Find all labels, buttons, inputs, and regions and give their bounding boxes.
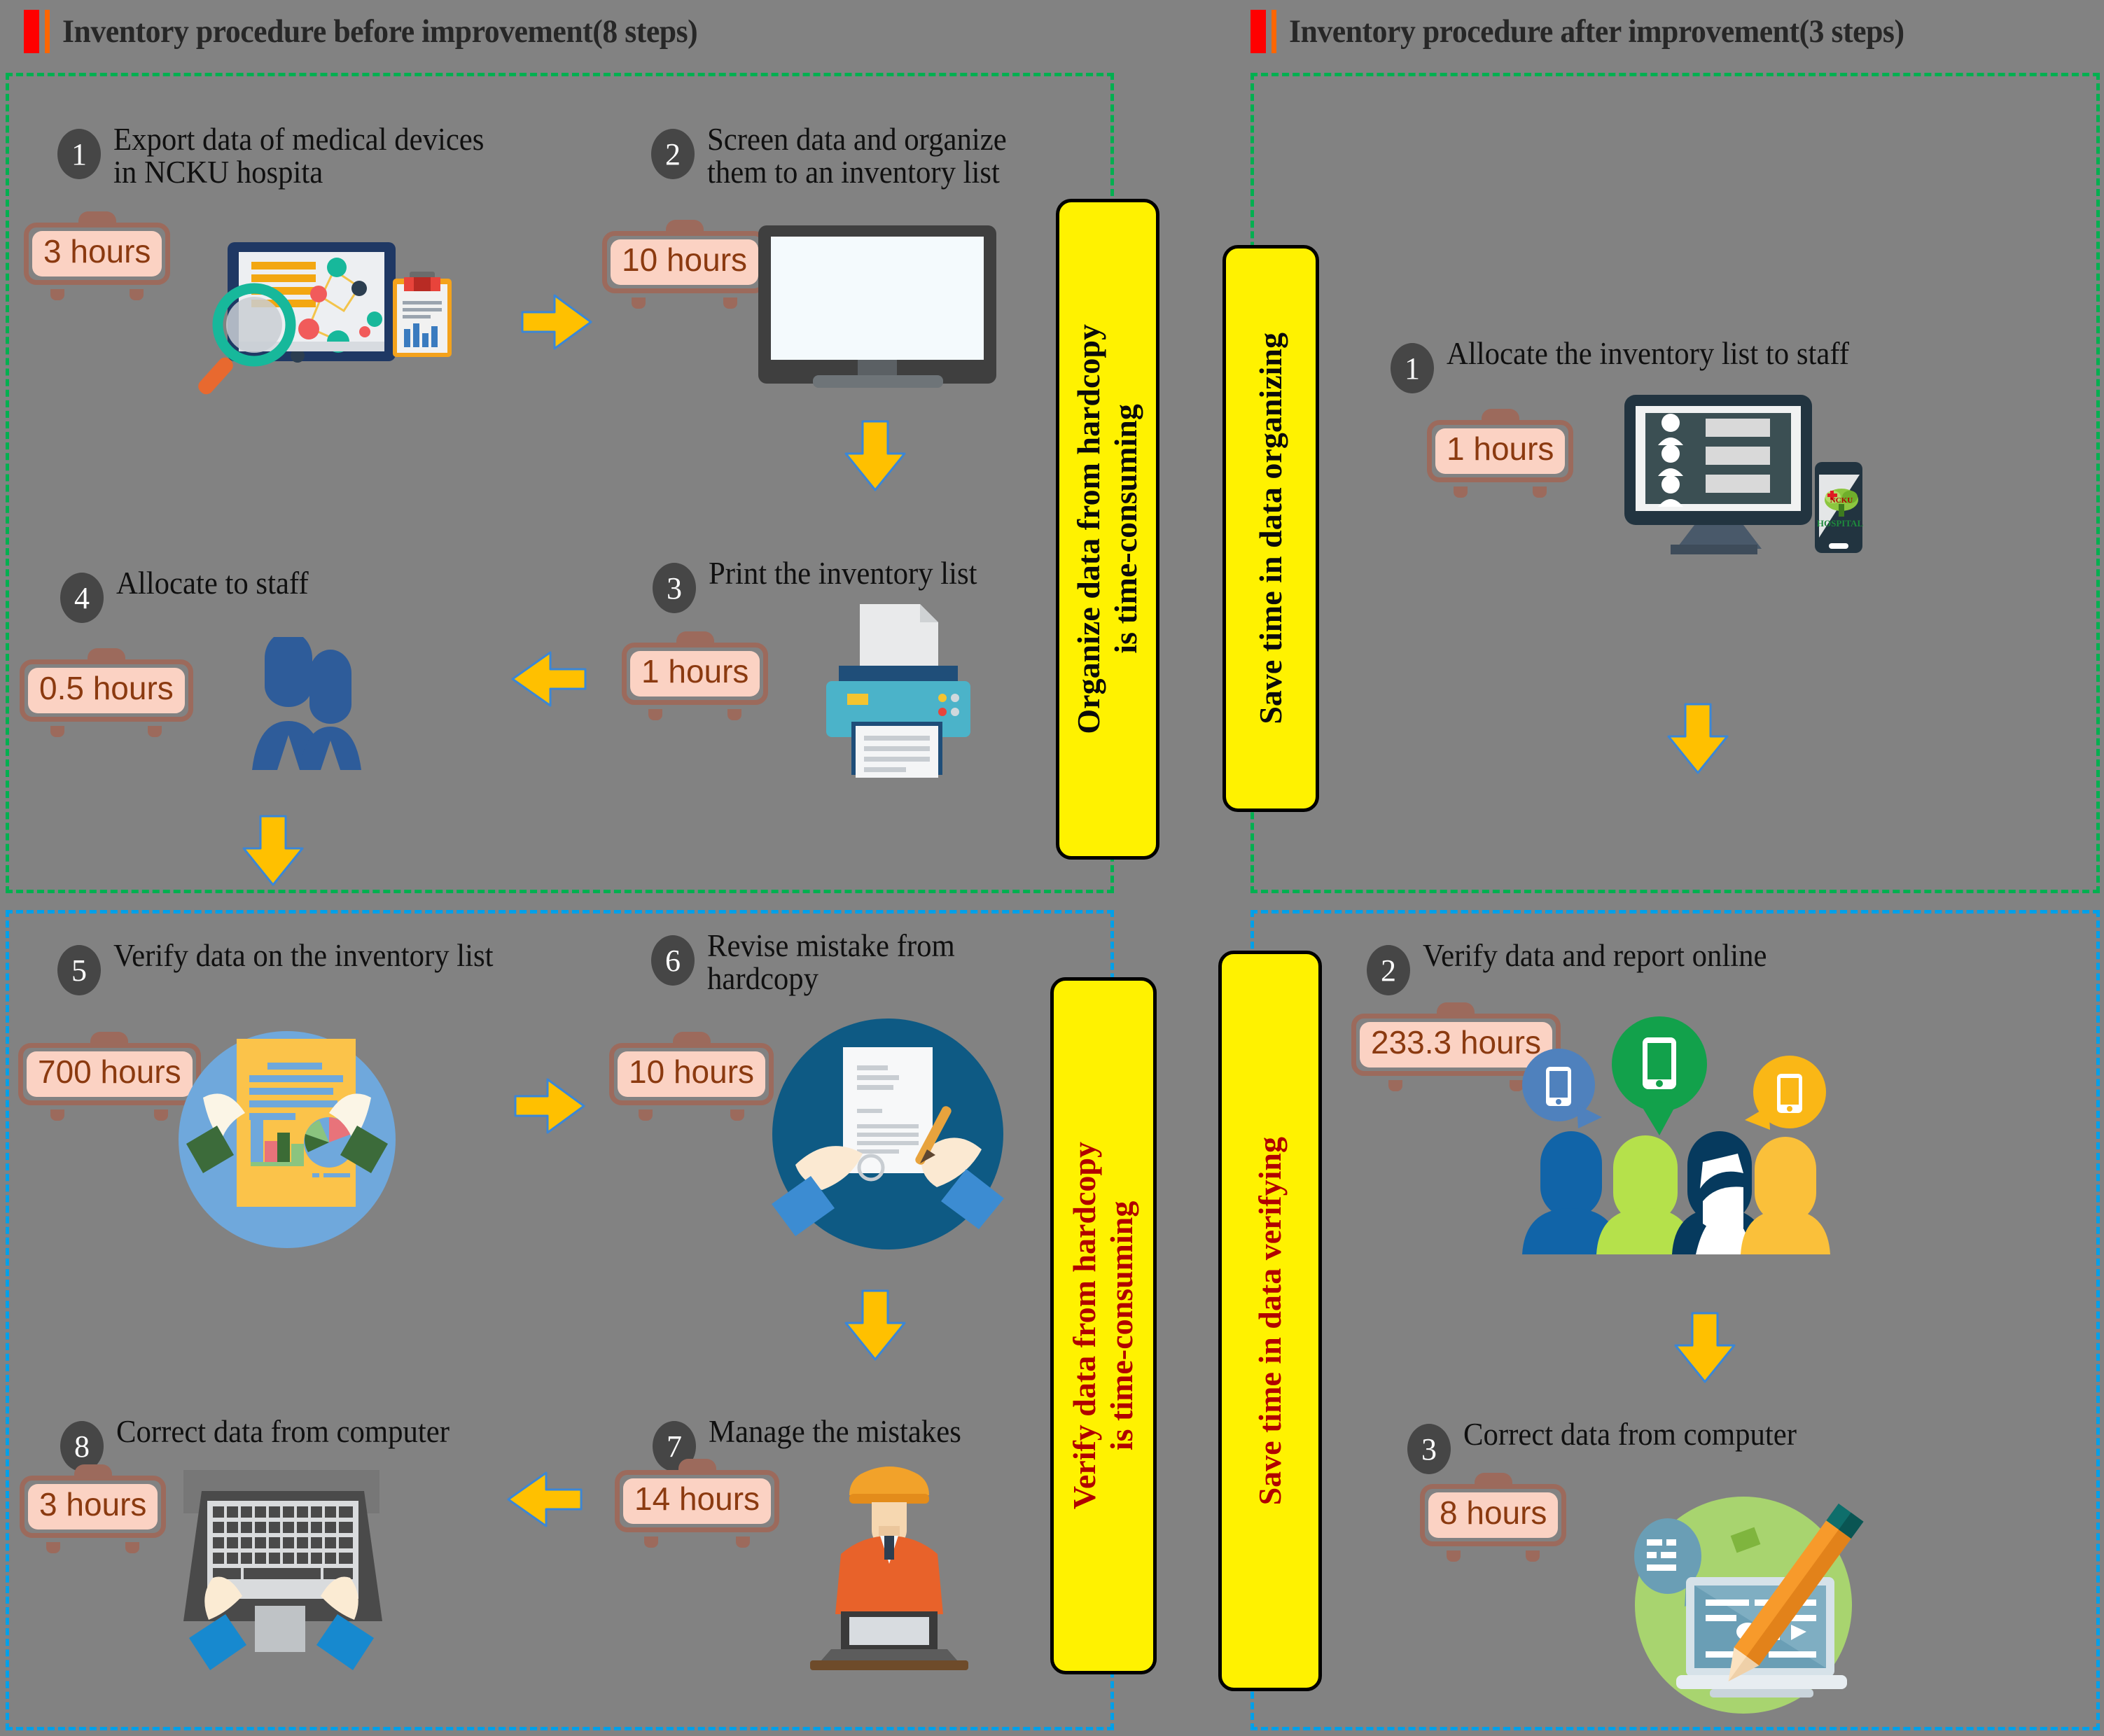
banner-text: Verify data from hardcopy is time-consum… — [1066, 1142, 1139, 1510]
step-header-before-2: 2 Screen data and organize them to an in… — [651, 122, 1022, 190]
hours-badge-before-8: 3 hours — [20, 1464, 167, 1553]
hours-value: 8 hours — [1428, 1492, 1559, 1538]
banner-verify-time-consuming: Verify data from hardcopy is time-consum… — [1050, 977, 1157, 1674]
title-after: Inventory procedure after improvement(3 … — [1250, 7, 1951, 56]
banner-save-time-organizing: Save time in data organizing — [1222, 245, 1319, 812]
hours-badge-after-3: 8 hours — [1420, 1473, 1567, 1562]
title-marker-bars-left — [24, 10, 50, 53]
hours-frame: 8 hours — [1420, 1484, 1567, 1562]
step-title: Verify data and report online — [1423, 938, 1767, 973]
step-title: Export data of medical devices in NCKU h… — [113, 122, 485, 190]
hours-badge-after-1: 1 hours — [1427, 409, 1574, 498]
hours-value: 14 hours — [623, 1478, 772, 1524]
banner-text: Organize data from hardcopy is time-cons… — [1071, 324, 1143, 734]
step-title: Verify data on the inventory list — [113, 938, 494, 973]
step-title: Correct data from computer — [116, 1414, 450, 1449]
hours-badge-before-7: 14 hours — [615, 1459, 780, 1548]
hours-frame: 3 hours — [20, 1476, 167, 1553]
hours-frame: 3 hours — [24, 223, 171, 300]
red-bar-icon — [1250, 10, 1266, 53]
hours-frame: 10 hours — [609, 1043, 774, 1121]
step-number-badge: 1 — [1391, 343, 1434, 393]
banner-save-time-verifying: Save time in data verifying — [1218, 951, 1322, 1691]
banner-text: Save time in data organizing — [1252, 332, 1288, 724]
hours-frame: 14 hours — [615, 1470, 780, 1548]
step-header-before-6: 6 Revise mistake from hardcopy — [651, 928, 968, 997]
step-number-badge: 2 — [651, 129, 695, 179]
monitor-icon — [753, 223, 1019, 394]
step-title: Correct data from computer — [1463, 1417, 1797, 1452]
step-number-badge: 2 — [1367, 945, 1410, 995]
svg-text:HOSPITAL: HOSPITAL — [1817, 518, 1864, 528]
laptop-pencil-icon — [1603, 1452, 1883, 1736]
title-before: Inventory procedure before improvement(8… — [24, 7, 746, 56]
step-number-badge: 3 — [1407, 1424, 1451, 1474]
orange-bar-icon — [45, 10, 50, 53]
arrow-down-step4-to-5 — [238, 812, 308, 889]
title-before-text: Inventory procedure before improvement(8… — [62, 13, 698, 50]
step-title: Revise mistake from hardcopy — [707, 928, 955, 997]
hours-badge-before-3: 1 hours — [622, 631, 769, 720]
red-bar-icon — [24, 10, 39, 53]
step-header-after-2: 2 Verify data and report online — [1367, 939, 1785, 995]
data-export-icon — [172, 237, 466, 401]
document-revise-icon — [755, 1001, 1021, 1270]
step-number-badge: 6 — [651, 935, 695, 986]
arrow-left-step7-to-8 — [501, 1464, 585, 1534]
hours-value: 0.5 hours — [28, 668, 185, 713]
hours-value: 1 hours — [630, 651, 760, 696]
monitor-phone-icon: NCKU HOSPITAL — [1617, 385, 1897, 598]
arrow-down-step6-to-7 — [840, 1287, 910, 1364]
printer-icon — [805, 598, 987, 784]
hours-frame: 1 hours — [1427, 420, 1574, 498]
report-review-icon — [161, 1014, 413, 1269]
title-marker-bars-right — [1250, 10, 1276, 53]
arrow-right-step5-to-6 — [511, 1071, 588, 1141]
step-number-badge: 5 — [57, 945, 101, 995]
step-number-badge: 4 — [60, 573, 104, 623]
step-header-before-4: 4 Allocate to staff — [60, 566, 319, 623]
hours-frame: 10 hours — [602, 231, 767, 309]
hours-badge-before-6: 10 hours — [609, 1032, 774, 1121]
hours-badge-before-4: 0.5 hours — [20, 648, 193, 737]
svg-text:NCKU: NCKU — [1830, 496, 1853, 505]
step-title: Manage the mistakes — [709, 1414, 961, 1449]
hours-frame: 0.5 hours — [20, 659, 193, 737]
hours-frame: 1 hours — [622, 643, 769, 720]
title-after-text: Inventory procedure after improvement(3 … — [1289, 13, 1904, 50]
banner-text: Save time in data verifying — [1251, 1136, 1288, 1506]
banner-organize-time-consuming: Organize data from hardcopy is time-cons… — [1056, 199, 1159, 860]
step-number-badge: 3 — [653, 563, 696, 613]
arrow-left-step3-to-4 — [506, 644, 590, 714]
hours-value: 1 hours — [1435, 428, 1566, 474]
hours-value: 3 hours — [28, 1484, 158, 1530]
step-number-badge: 1 — [57, 129, 101, 179]
worker-laptop-icon — [774, 1462, 1005, 1675]
arrow-down-step2-to-3 — [840, 417, 910, 494]
hours-value: 10 hours — [611, 239, 759, 285]
step-title: Allocate to staff — [116, 566, 309, 601]
hours-value: 3 hours — [32, 231, 162, 276]
arrow-down-after1-to-after2 — [1663, 700, 1733, 777]
step-header-before-1: 1 Export data of medical devices in NCKU… — [57, 122, 503, 190]
people-mobile-icon — [1519, 1014, 1855, 1297]
keyboard-typing-icon — [171, 1462, 395, 1675]
hours-value: 10 hours — [618, 1051, 766, 1097]
arrow-right-step1-to-2 — [518, 287, 595, 357]
diagram-canvas: Inventory procedure before improvement(8… — [0, 0, 2104, 1735]
staff-icon — [224, 631, 392, 774]
step-title: Screen data and organize them to an inve… — [707, 122, 1007, 190]
step-title: Allocate the inventory list to staff — [1447, 336, 1850, 371]
orange-bar-icon — [1272, 10, 1276, 53]
step-header-before-5: 5 Verify data on the inventory list — [57, 939, 513, 995]
hours-badge-before-2: 10 hours — [602, 220, 767, 309]
hours-badge-before-1: 3 hours — [24, 211, 171, 300]
step-title: Print the inventory list — [709, 556, 977, 591]
arrow-down-after2-to-after3 — [1670, 1309, 1740, 1386]
